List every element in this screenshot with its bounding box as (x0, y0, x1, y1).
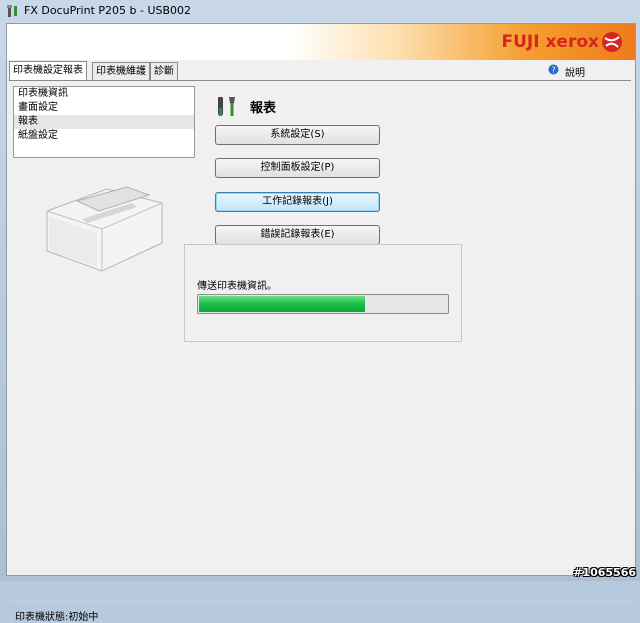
progress-fill (199, 296, 365, 312)
window-title: FX DocuPrint P205 b - USB002 (24, 4, 192, 17)
printer-illustration (46, 186, 163, 272)
list-item-tray-settings[interactable]: 紙盤設定 (14, 129, 194, 143)
status-divider (9, 601, 635, 602)
section-title: 報表 (250, 101, 277, 116)
tab-printer-settings-report[interactable]: 印表機設定報表 (9, 61, 87, 80)
system-settings-button[interactable]: 系統設定(S) (215, 125, 380, 145)
watermark-text: #1065566 (573, 566, 636, 579)
xerox-ball-icon (602, 32, 622, 52)
error-history-report-button[interactable]: 錯誤記錄報表(E) (215, 225, 380, 245)
settings-list[interactable]: 印表機資訊 畫面設定 報表 紙盤設定 (13, 86, 195, 158)
progress-message: 傳送印表機資訊。 (197, 281, 277, 292)
printer-tool-icon (7, 5, 17, 17)
svg-text:?: ? (552, 66, 556, 75)
progress-dialog: 傳送印表機資訊。 (184, 244, 462, 342)
fuji-xerox-logo: FUJI xerox (501, 32, 599, 52)
tab-label: 診斷 (154, 66, 174, 77)
application-window: FX DocuPrint P205 b - USB002 FUJI xerox … (0, 0, 640, 623)
tab-label: 印表機設定報表 (13, 65, 83, 76)
tools-icon (218, 97, 235, 116)
brand-banner: FUJI xerox (7, 24, 635, 60)
help-icon[interactable]: ? (548, 64, 559, 75)
tab-diagnostics[interactable]: 診斷 (150, 62, 178, 80)
tab-label: 印表機維護 (96, 66, 146, 77)
control-panel-settings-button[interactable]: 控制面板設定(P) (215, 158, 380, 178)
tab-printer-maintenance[interactable]: 印表機維護 (92, 62, 150, 80)
help-link[interactable]: 說明 (565, 64, 585, 79)
list-item-display-settings[interactable]: 畫面設定 (14, 101, 194, 115)
list-item-printer-info[interactable]: 印表機資訊 (14, 87, 194, 101)
title-bar: FX DocuPrint P205 b - USB002 (0, 0, 640, 22)
client-area: FUJI xerox 印表機設定報表 印表機維護 診斷 ? 說明 印表機資訊 畫… (6, 23, 636, 623)
printer-status: 印表機狀態:初始中 (15, 612, 99, 623)
progress-bar (197, 294, 449, 314)
tab-panel: 印表機資訊 畫面設定 報表 紙盤設定 報表 系統設定(S) 控制面板設定(P) … (9, 80, 635, 623)
job-history-report-button[interactable]: 工作記錄報表(J) (215, 192, 380, 212)
list-item-reports[interactable]: 報表 (14, 115, 194, 129)
